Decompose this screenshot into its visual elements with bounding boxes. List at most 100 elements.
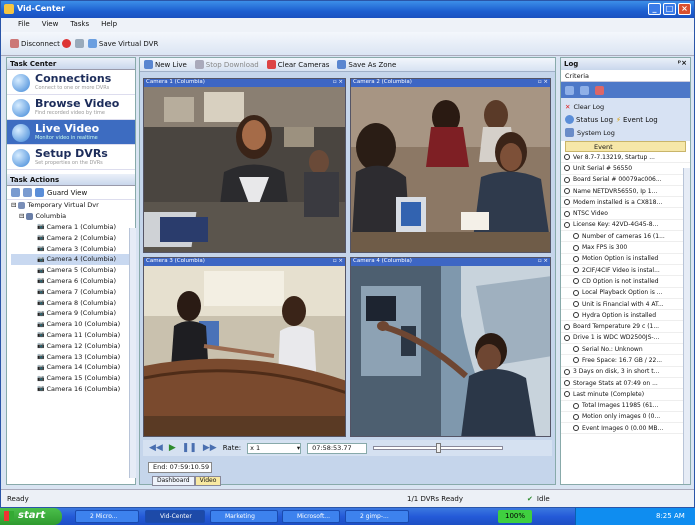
log-entry[interactable]: Name NETDVR56550, Ip 1...: [561, 186, 690, 198]
tree-camera-item[interactable]: 📷 Camera 2 (Columbia): [11, 232, 135, 243]
start-button[interactable]: start: [0, 508, 62, 525]
fast-forward-button[interactable]: ▶▶: [203, 443, 217, 453]
log-scrollbar[interactable]: [683, 168, 690, 484]
log-entry[interactable]: License Key: 42VD-4G45-8...: [561, 220, 690, 232]
camera-tile-4[interactable]: Camera 4 (Columbia) ▫ ×: [350, 257, 551, 437]
tile-controls-icon[interactable]: ▫ ×: [538, 258, 548, 264]
tree-camera-item[interactable]: 📷 Camera 14 (Columbia): [11, 362, 135, 373]
filter-icon[interactable]: [565, 85, 574, 95]
slider-knob[interactable]: [436, 443, 442, 453]
log-entry[interactable]: Total Images 11985 (61...: [561, 401, 690, 412]
tree-camera-item[interactable]: 📷 Camera 16 (Columbia): [11, 384, 135, 395]
log-entry[interactable]: Storage Stats at 07:49 on ...: [561, 378, 690, 390]
camera-tile-2[interactable]: Camera 2 (Columbia) ▫ ×: [350, 78, 551, 253]
log-entry[interactable]: Hydra Option is installed: [561, 310, 690, 322]
save-as-zone-button[interactable]: Save As Zone: [337, 60, 396, 69]
log-entry[interactable]: Ver 8.7-7.13219, Startup ...: [561, 152, 690, 164]
log-entry[interactable]: Board Temperature 29 c (1...: [561, 321, 690, 333]
taskbar-item[interactable]: Marketing: [210, 510, 278, 523]
log-entry[interactable]: Serial No.: Unknown: [561, 344, 690, 356]
nav-connections[interactable]: Connections Connect to one or more DVRs: [7, 70, 135, 95]
taskbar-item[interactable]: Microsoft...: [282, 510, 340, 523]
tree-camera-item[interactable]: 📷 Camera 6 (Columbia): [11, 276, 135, 287]
add-icon[interactable]: [11, 188, 20, 197]
remove-icon[interactable]: [23, 188, 32, 197]
taskbar-item[interactable]: Vid-Center: [145, 510, 205, 523]
event-log-button[interactable]: ⚡ Event Log: [616, 116, 658, 124]
log-entry[interactable]: 2CIF/4CIF Video is instal...: [561, 265, 690, 277]
system-log-button[interactable]: System Log: [565, 126, 686, 139]
event-column-header[interactable]: Event: [565, 141, 686, 152]
camera-tile-1[interactable]: Camera 1 (Columbia) ▫ ×: [143, 78, 346, 253]
log-entry[interactable]: CD Option is not installed: [561, 276, 690, 288]
filter2-icon[interactable]: [580, 85, 589, 95]
criteria-tab[interactable]: Criteria: [561, 70, 690, 82]
tree-camera-item[interactable]: 📷 Camera 8 (Columbia): [11, 297, 135, 308]
pin-icon[interactable]: ᵖ×: [678, 59, 687, 67]
log-entry[interactable]: Modem installed is a CX818...: [561, 197, 690, 209]
tile-controls-icon[interactable]: ▫ ×: [333, 79, 343, 85]
tree-camera-item[interactable]: 📷 Camera 5 (Columbia): [11, 265, 135, 276]
tree-camera-item[interactable]: 📷 Camera 4 (Columbia): [11, 253, 135, 265]
log-entry[interactable]: Last minute (Complete): [561, 389, 690, 401]
tree-camera-item[interactable]: 📷 Camera 15 (Columbia): [11, 373, 135, 384]
tree-camera-item[interactable]: 📷 Camera 1 (Columbia): [11, 222, 135, 233]
menu-help[interactable]: Help: [101, 20, 117, 32]
disconnect-button[interactable]: Disconnect: [10, 39, 71, 48]
tree-camera-item[interactable]: 📷 Camera 10 (Columbia): [11, 319, 135, 330]
delete-icon[interactable]: [595, 85, 604, 95]
nav-setup-dvrs[interactable]: Setup DVRs Set properties on the DVRs: [7, 145, 135, 170]
clear-cameras-button[interactable]: Clear Cameras: [266, 60, 329, 69]
clear-log-button[interactable]: ✕ Clear Log: [565, 100, 686, 113]
pause-button[interactable]: ❚❚: [182, 443, 197, 453]
log-entry[interactable]: Board Serial # 00079ac006...: [561, 175, 690, 186]
log-entry[interactable]: NTSC Video: [561, 208, 690, 220]
log-entry[interactable]: Unit Serial # 56550: [561, 163, 690, 175]
taskbar-item[interactable]: 2 Micro...: [75, 510, 139, 523]
tree-camera-item[interactable]: 📷 Camera 9 (Columbia): [11, 308, 135, 319]
log-entry[interactable]: Unit is Financial with 4 AT...: [561, 299, 690, 311]
tree-root[interactable]: ⊟ Temporary Virtual Dvr: [11, 200, 135, 211]
rate-select[interactable]: x 1 ▾: [247, 442, 302, 454]
close-button[interactable]: ×: [678, 3, 691, 15]
menu-tasks[interactable]: Tasks: [70, 20, 89, 32]
tree-camera-item[interactable]: 📷 Camera 12 (Columbia): [11, 340, 135, 351]
log-entry[interactable]: Motion Option is installed: [561, 254, 690, 265]
play-button[interactable]: ▶: [169, 443, 176, 453]
tile-controls-icon[interactable]: ▫ ×: [538, 79, 548, 85]
tree-scrollbar[interactable]: [129, 228, 136, 478]
tab-video[interactable]: Video: [194, 476, 222, 486]
menu-view[interactable]: View: [42, 20, 59, 32]
maximize-button[interactable]: □: [663, 3, 676, 15]
log-entry[interactable]: Max FPS is 300: [561, 242, 690, 254]
refresh-icon[interactable]: [74, 39, 84, 48]
log-entry[interactable]: Free Space: 16.7 GB / 22...: [561, 355, 690, 367]
save-virtual-dvr-button[interactable]: Save Virtual DVR: [87, 39, 158, 48]
camera-tile-3[interactable]: Camera 3 (Columbia) ▫ ×: [143, 257, 346, 437]
guard-view-button[interactable]: Guard View: [47, 189, 87, 197]
nav-live-video[interactable]: Live Video Monitor video in realtime: [7, 120, 135, 145]
rewind-button[interactable]: ◀◀: [149, 443, 163, 453]
tile-controls-icon[interactable]: ▫ ×: [333, 258, 343, 264]
menu-file[interactable]: File: [18, 20, 30, 32]
tree-camera-item[interactable]: 📷 Camera 3 (Columbia): [11, 243, 135, 254]
log-entry[interactable]: Drive 1 is WDC WD2500JS-...: [561, 333, 690, 345]
timeline-slider[interactable]: [373, 443, 504, 453]
minimize-button[interactable]: _: [648, 3, 661, 15]
status-log-button[interactable]: Status Log: [565, 115, 613, 124]
stop-download-button[interactable]: Stop Download: [194, 60, 259, 69]
log-entry[interactable]: Motion only images 0 (0...: [561, 412, 690, 424]
zoom-indicator[interactable]: 100%: [498, 510, 532, 523]
tree-camera-item[interactable]: 📷 Camera 7 (Columbia): [11, 286, 135, 297]
nav-browse-video[interactable]: Browse Video Find recorded video by time: [7, 95, 135, 120]
new-live-button[interactable]: New Live: [144, 60, 187, 69]
log-entry[interactable]: Local Playback Option is ...: [561, 288, 690, 299]
tree-camera-item[interactable]: 📷 Camera 11 (Columbia): [11, 330, 135, 341]
tree-camera-item[interactable]: 📷 Camera 13 (Columbia): [11, 351, 135, 362]
tab-dashboard[interactable]: Dashboard: [152, 476, 195, 486]
log-entry[interactable]: Number of cameras 16 (1...: [561, 231, 690, 243]
log-entry[interactable]: 3 Days on disk, 3 in short t...: [561, 367, 690, 378]
time-field[interactable]: 07:58:53.77: [307, 442, 368, 454]
tree-site[interactable]: ⊟ Columbia: [11, 211, 135, 222]
taskbar-item[interactable]: 2 gimp-...: [345, 510, 409, 523]
